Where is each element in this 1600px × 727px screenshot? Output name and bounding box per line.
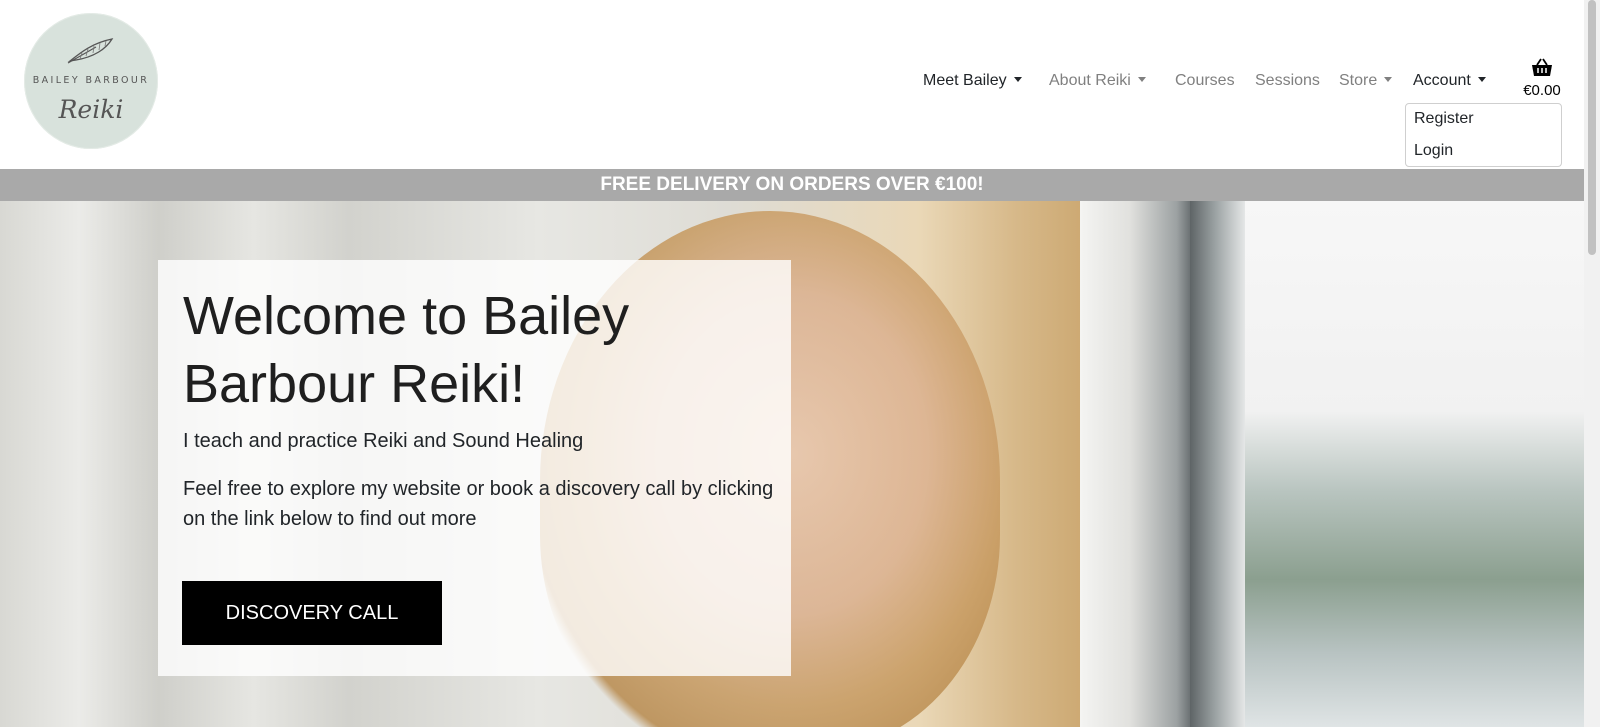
logo-script-text: Reiki (58, 95, 124, 124)
nav-label: About Reiki (1049, 72, 1131, 89)
feather-icon (67, 38, 114, 64)
nav-label: Courses (1175, 72, 1235, 89)
logo-top-text: BAILEY BARBOUR (32, 75, 150, 86)
window-view (1245, 201, 1584, 727)
site-header: BAILEY BARBOUR Reiki Meet Bailey About R… (0, 0, 1584, 169)
basket-icon (1532, 58, 1552, 76)
caret-down-icon (1137, 77, 1146, 82)
nav-courses[interactable]: Courses (1175, 70, 1235, 92)
caret-down-icon (1384, 77, 1393, 82)
nav-meet-bailey[interactable]: Meet Bailey (923, 70, 1022, 92)
cart-total: €0.00 (1523, 82, 1561, 99)
nav-sessions[interactable]: Sessions (1255, 70, 1320, 92)
window-frame (1080, 201, 1190, 727)
dropdown-item-login[interactable]: Login (1414, 142, 1453, 160)
discovery-call-button[interactable]: DISCOVERY CALL (182, 581, 442, 645)
dropdown-item-register[interactable]: Register (1414, 110, 1474, 128)
account-dropdown: Register Login (1405, 103, 1562, 167)
site-logo[interactable]: BAILEY BARBOUR Reiki (24, 13, 158, 149)
nav-label: Store (1339, 72, 1378, 89)
nav-store[interactable]: Store (1339, 70, 1393, 92)
nav-label: Sessions (1255, 72, 1320, 89)
nav-about-reiki[interactable]: About Reiki (1049, 70, 1146, 92)
nav-label: Meet Bailey (923, 72, 1007, 89)
window-frame (1190, 201, 1245, 727)
hero-subtitle: I teach and practice Reiki and Sound Hea… (183, 430, 584, 452)
caret-down-icon (1477, 77, 1486, 82)
scrollbar-thumb[interactable] (1588, 0, 1596, 255)
cart-link[interactable]: €0.00 (1512, 58, 1572, 99)
hero-text: Feel free to explore my website or book … (183, 478, 774, 530)
promo-banner: FREE DELIVERY ON ORDERS OVER €100! (0, 169, 1584, 201)
nav-label: Account (1413, 72, 1471, 89)
caret-down-icon (1013, 77, 1022, 82)
hero-title: Welcome to Bailey Barbour Reiki! (183, 286, 630, 414)
nav-account[interactable]: Account (1413, 70, 1486, 92)
